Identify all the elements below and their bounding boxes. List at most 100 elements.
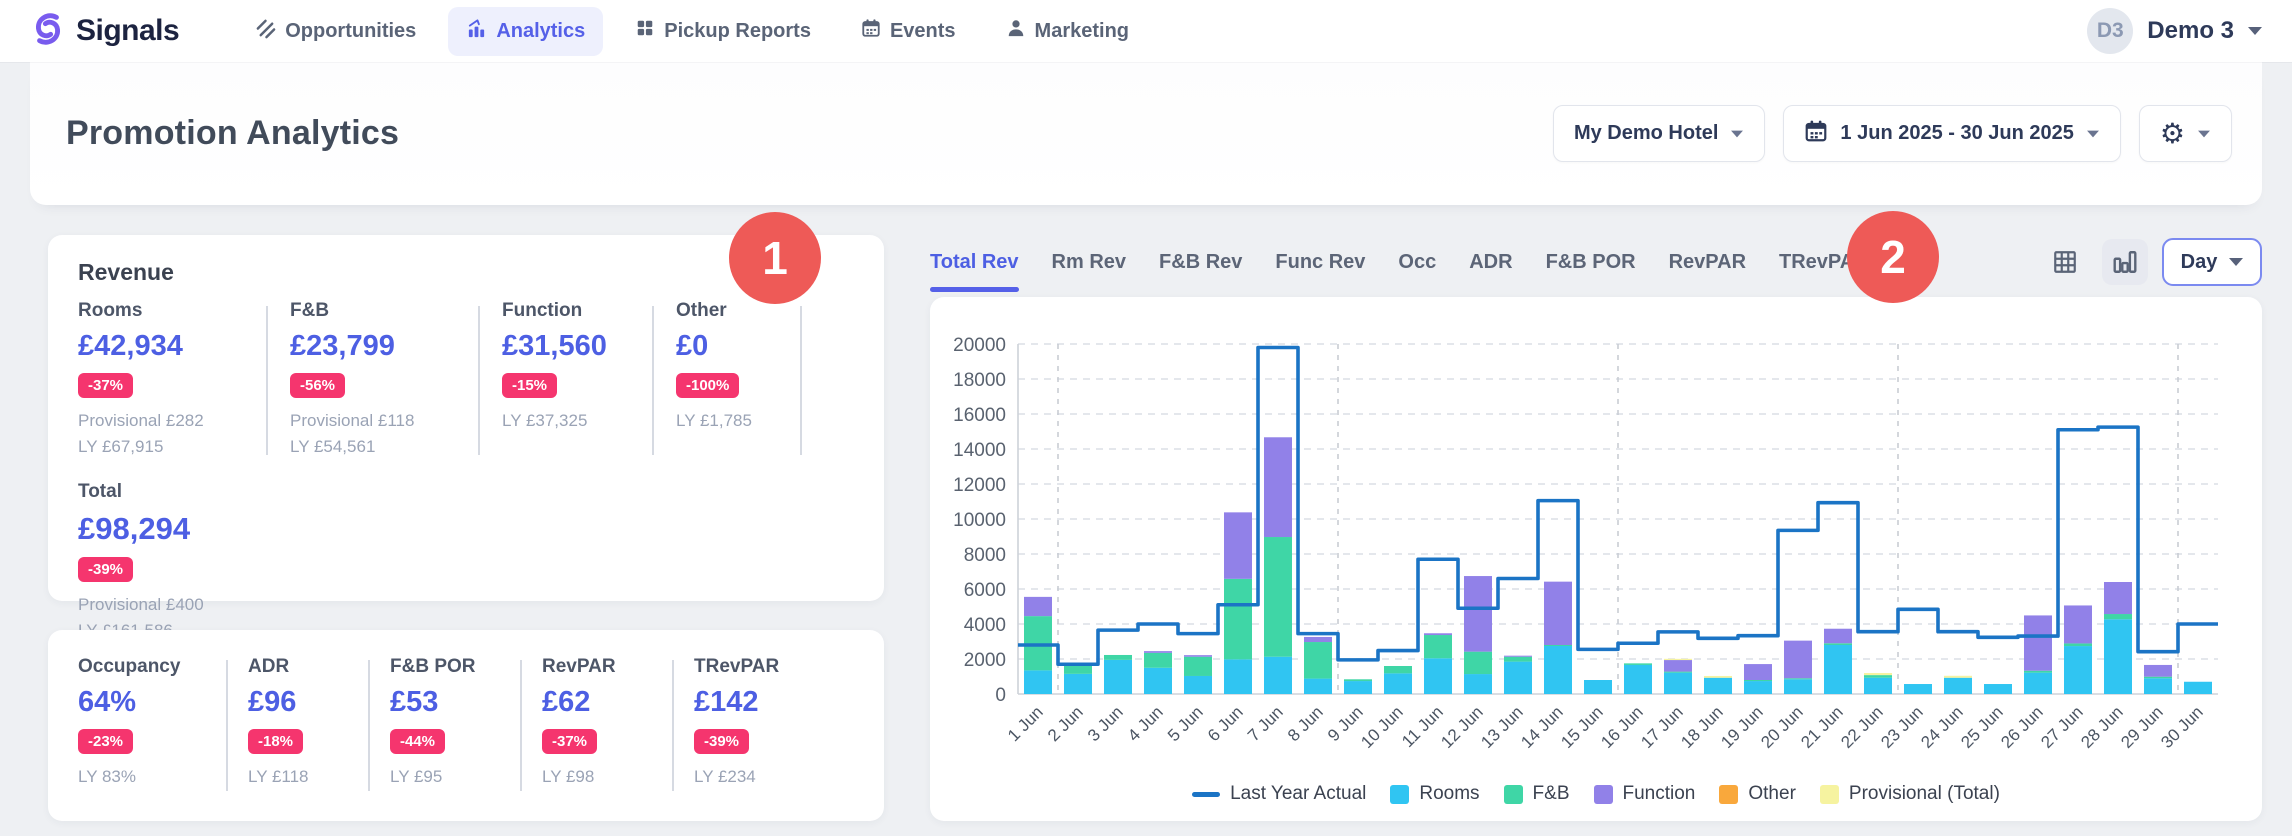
svg-text:30 Jun: 30 Jun (2157, 702, 2207, 752)
stat-label: Occupancy (78, 656, 206, 678)
brand-logo[interactable]: Signals (30, 11, 179, 52)
brand-name: Signals (76, 14, 179, 48)
table-view-icon[interactable] (2042, 239, 2088, 285)
svg-text:20 Jun: 20 Jun (1757, 702, 1807, 752)
legend-color-swatch (1504, 785, 1523, 804)
svg-text:14000: 14000 (953, 440, 1006, 461)
stat-value: £42,934 (78, 330, 244, 363)
svg-text:10 Jun: 10 Jun (1357, 702, 1407, 752)
divider (478, 306, 480, 455)
last-year-value: LY £1,785 (676, 408, 778, 434)
divider (368, 660, 370, 791)
last-year-value: LY £95 (390, 764, 500, 790)
calendar-icon (1804, 119, 1828, 149)
svg-text:1 Jun: 1 Jun (1004, 702, 1047, 745)
stat-value: £62 (542, 686, 652, 719)
tab-rm-rev[interactable]: Rm Rev (1052, 232, 1126, 292)
page-title: Promotion Analytics (66, 114, 399, 153)
tab-total-rev[interactable]: Total Rev (930, 232, 1019, 292)
last-year-value: LY £37,325 (502, 408, 630, 434)
tab-label: RevPAR (1669, 251, 1746, 274)
legend-item[interactable]: F&B (1504, 783, 1570, 805)
tab-fb-por[interactable]: F&B POR (1546, 232, 1636, 292)
gear-icon: ⚙ (2160, 120, 2185, 148)
delta-badge: -44% (390, 729, 445, 754)
date-range-button[interactable]: 1 Jun 2025 - 30 Jun 2025 (1783, 105, 2120, 162)
hotel-selector-button[interactable]: My Demo Hotel (1553, 105, 1765, 162)
svg-text:8 Jun: 8 Jun (1284, 702, 1327, 745)
stat-label: Function (502, 300, 630, 322)
svg-text:4000: 4000 (964, 615, 1006, 636)
stat-label: RevPAR (542, 656, 652, 678)
tab-func-rev[interactable]: Func Rev (1275, 232, 1365, 292)
nav-item-events[interactable]: Events (843, 7, 974, 55)
annotation-number: 2 (1880, 230, 1906, 284)
nav-item-pickup-reports[interactable]: Pickup Reports (617, 7, 829, 55)
interval-label: Day (2181, 251, 2218, 274)
svg-text:16 Jun: 16 Jun (1597, 702, 1647, 752)
legend-label: Last Year Actual (1230, 783, 1366, 805)
legend-color-swatch (1719, 785, 1738, 804)
nav-item-marketing[interactable]: Marketing (988, 7, 1147, 55)
svg-text:8000: 8000 (964, 545, 1006, 566)
svg-text:16000: 16000 (953, 405, 1006, 426)
legend-item[interactable]: Provisional (Total) (1820, 783, 2000, 805)
annotation-number: 1 (762, 231, 788, 285)
svg-text:18000: 18000 (953, 370, 1006, 391)
nav-item-label: Pickup Reports (664, 20, 811, 43)
delta-badge: -100% (676, 373, 739, 398)
settings-button[interactable]: ⚙ (2139, 105, 2232, 162)
chevron-down-icon (2248, 27, 2262, 35)
legend-item[interactable]: Rooms (1390, 783, 1479, 805)
legend-label: Function (1623, 783, 1696, 805)
tab-fb-rev[interactable]: F&B Rev (1159, 232, 1242, 292)
legend-color-swatch (1820, 785, 1839, 804)
chart-metric-tabs: Total Rev Rm Rev F&B Rev Func Rev Occ AD… (930, 232, 2262, 292)
avatar: D3 (2087, 8, 2133, 54)
svg-text:6000: 6000 (964, 580, 1006, 601)
chevron-down-icon (1731, 130, 1743, 137)
svg-text:28 Jun: 28 Jun (2077, 702, 2127, 752)
svg-text:14 Jun: 14 Jun (1517, 702, 1567, 752)
divider (520, 660, 522, 791)
svg-text:22 Jun: 22 Jun (1837, 702, 1887, 752)
signals-logo-icon (30, 11, 66, 52)
interval-select[interactable]: Day (2162, 238, 2262, 286)
legend-label: F&B (1533, 783, 1570, 805)
chevron-down-icon (2087, 130, 2099, 137)
nav-items: Opportunities Analytics Pickup Reports (237, 7, 1147, 56)
revenue-col-function: Function £31,560 -15% LY £37,325 (502, 300, 630, 459)
chart-view-icon[interactable] (2102, 239, 2148, 285)
divider (266, 306, 268, 455)
nav-item-analytics[interactable]: Analytics (448, 7, 603, 56)
annotation-marker-2: 2 (1847, 211, 1939, 303)
legend-item[interactable]: Function (1594, 783, 1696, 805)
svg-text:2 Jun: 2 Jun (1044, 702, 1087, 745)
nav-item-opportunities[interactable]: Opportunities (237, 7, 434, 56)
date-range-label: 1 Jun 2025 - 30 Jun 2025 (1840, 122, 2073, 145)
tab-revpar[interactable]: RevPAR (1669, 232, 1746, 292)
stat-label: F&B POR (390, 656, 500, 678)
tab-adr[interactable]: ADR (1469, 232, 1512, 292)
legend-item[interactable]: Last Year Actual (1192, 783, 1366, 805)
marketing-person-icon (1006, 18, 1026, 44)
chart-toolbar: Day (2042, 238, 2262, 286)
stat-label: Total (78, 481, 854, 503)
svg-text:20000: 20000 (953, 335, 1006, 356)
legend-item[interactable]: Other (1719, 783, 1796, 805)
svg-text:27 Jun: 27 Jun (2037, 702, 2087, 752)
svg-text:29 Jun: 29 Jun (2117, 702, 2167, 752)
delta-badge: -37% (542, 729, 597, 754)
svg-text:2000: 2000 (964, 650, 1006, 671)
tab-occ[interactable]: Occ (1398, 232, 1436, 292)
hotel-selector-label: My Demo Hotel (1574, 122, 1718, 145)
svg-text:11 Jun: 11 Jun (1398, 702, 1447, 751)
svg-text:5 Jun: 5 Jun (1164, 702, 1207, 745)
delta-badge: -39% (78, 557, 133, 582)
nav-item-label: Events (890, 20, 956, 43)
chart-legend: Last Year Actual Rooms F&B Function Other Pro… (930, 783, 2262, 805)
svg-text:26 Jun: 26 Jun (1997, 702, 2047, 752)
stat-value: £142 (694, 686, 814, 719)
user-menu[interactable]: D3 Demo 3 (2087, 8, 2262, 54)
delta-badge: -15% (502, 373, 557, 398)
